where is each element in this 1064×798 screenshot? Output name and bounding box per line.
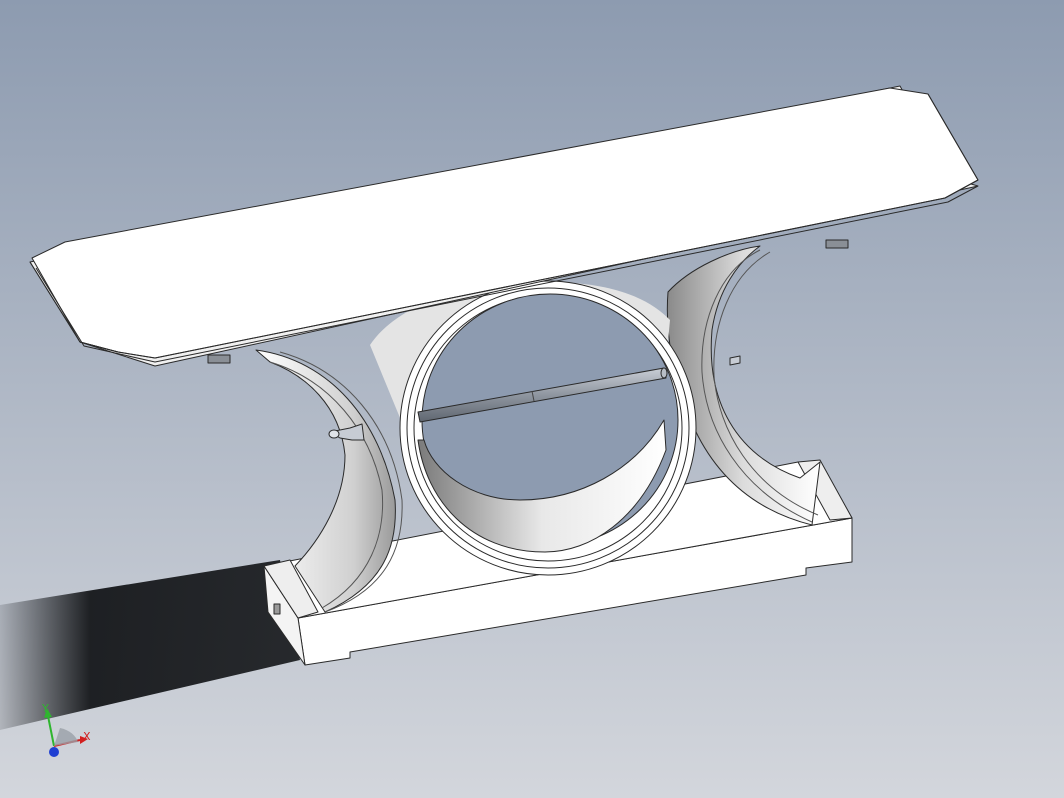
knob-left[interactable] — [328, 429, 340, 439]
z-axis-icon — [49, 747, 59, 757]
top-bracket-right — [825, 239, 849, 249]
graphics-viewport[interactable]: X Y — [0, 0, 1064, 798]
model-view[interactable]: X Y — [0, 0, 1064, 798]
y-axis-label: Y — [41, 702, 49, 715]
x-axis-label: X — [83, 730, 91, 743]
top-bracket-left — [207, 354, 231, 364]
